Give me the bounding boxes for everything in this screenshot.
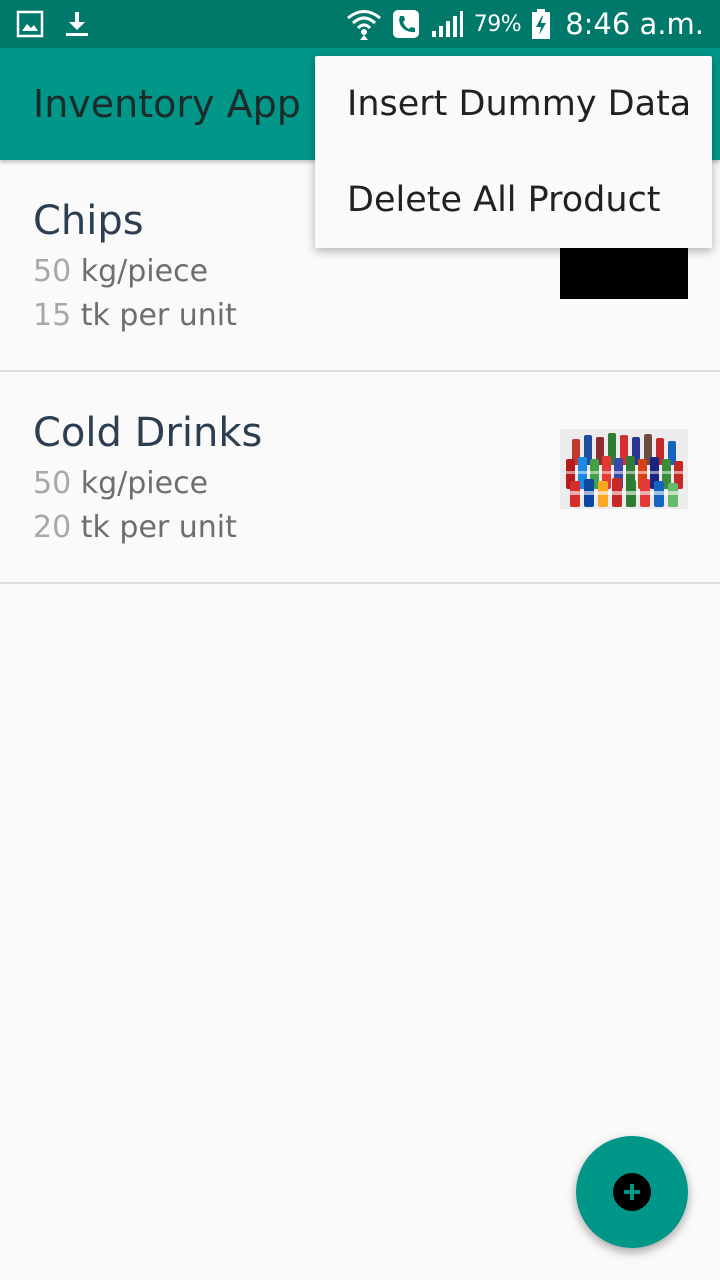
product-thumbnail xyxy=(560,240,688,299)
overflow-menu: Insert Dummy Data Delete All Product xyxy=(315,56,712,248)
app-title: Inventory App xyxy=(33,82,301,126)
status-bar: 79% 8:46 a.m. xyxy=(0,0,720,48)
add-product-button[interactable] xyxy=(576,1136,688,1248)
product-weight: 50 kg/piece xyxy=(33,466,208,501)
product-weight: 50 kg/piece xyxy=(33,254,208,289)
signal-icon xyxy=(430,9,464,39)
product-name: Chips xyxy=(33,198,144,244)
menu-item-delete-all-product[interactable]: Delete All Product xyxy=(315,152,712,248)
battery-percent: 79% xyxy=(473,11,522,37)
price-unit: tk per unit xyxy=(80,298,237,333)
weight-value: 50 xyxy=(33,466,72,501)
menu-item-insert-dummy-data[interactable]: Insert Dummy Data xyxy=(315,56,712,152)
product-price: 15 tk per unit xyxy=(33,298,237,333)
battery-charging-icon xyxy=(531,8,551,40)
weight-unit: kg/piece xyxy=(80,254,209,289)
call-icon xyxy=(392,9,420,39)
product-price: 20 tk per unit xyxy=(33,510,237,545)
weight-unit: kg/piece xyxy=(80,466,209,501)
download-icon xyxy=(64,10,90,38)
price-value: 20 xyxy=(33,510,72,545)
list-item[interactable]: Cold Drinks 50 kg/piece 20 tk per unit xyxy=(0,372,720,584)
product-name: Cold Drinks xyxy=(33,410,263,456)
product-thumbnail xyxy=(560,429,688,509)
gallery-icon xyxy=(16,10,44,38)
add-icon xyxy=(613,1173,651,1211)
wifi-icon xyxy=(346,7,382,41)
price-unit: tk per unit xyxy=(80,510,237,545)
price-value: 15 xyxy=(33,298,72,333)
weight-value: 50 xyxy=(33,254,72,289)
clock-time: 8:46 a.m. xyxy=(565,7,704,41)
